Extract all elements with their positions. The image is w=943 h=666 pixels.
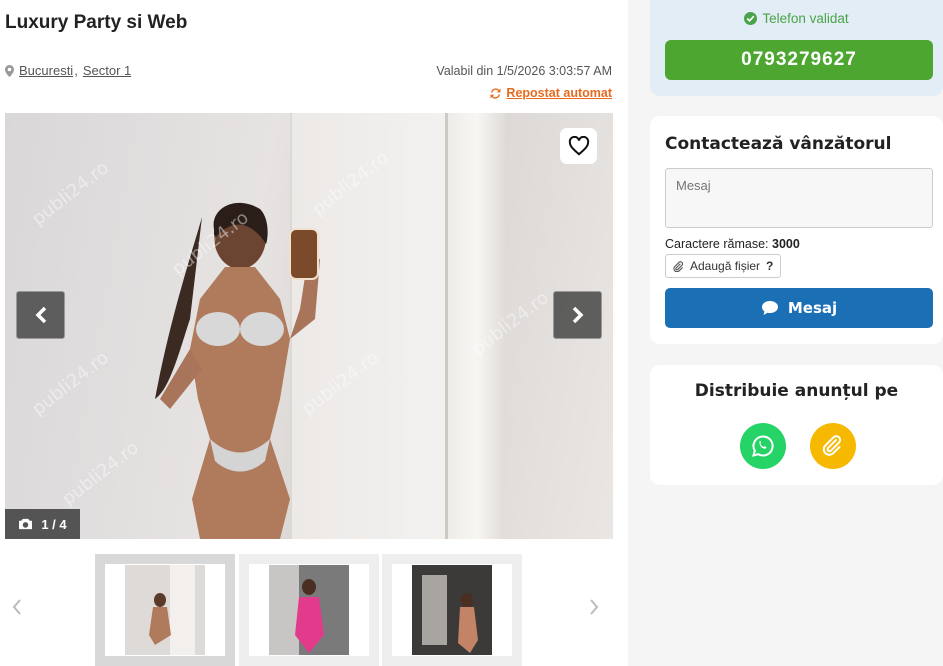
thumbnail-image bbox=[269, 565, 349, 655]
refresh-icon bbox=[490, 87, 501, 99]
attach-help-icon[interactable]: ? bbox=[766, 259, 773, 273]
check-circle-icon bbox=[744, 12, 758, 25]
valid-from-text: Valabil din 1/5/2026 3:03:57 AM bbox=[436, 64, 612, 78]
thumbnail-image bbox=[125, 565, 205, 655]
phone-card: Telefon validat 0793279627 bbox=[650, 0, 943, 96]
repost-link[interactable]: Repostat automat bbox=[490, 86, 612, 100]
copy-link-button[interactable] bbox=[810, 423, 856, 469]
favorite-button[interactable] bbox=[560, 128, 597, 164]
thumbnail[interactable] bbox=[382, 554, 522, 666]
listing-panel: Luxury Party si Web Bucuresti, Sector 1 … bbox=[0, 0, 628, 666]
listing-title: Luxury Party si Web bbox=[5, 12, 188, 33]
chat-bubble-icon bbox=[761, 301, 778, 315]
photo-next-button[interactable] bbox=[553, 291, 602, 339]
paperclip-icon bbox=[673, 260, 684, 272]
share-whatsapp-button[interactable] bbox=[740, 423, 786, 469]
thumbnail[interactable] bbox=[95, 554, 235, 666]
chevron-right-icon bbox=[572, 306, 583, 324]
link-icon bbox=[822, 435, 842, 456]
chevron-left-icon bbox=[35, 306, 46, 324]
valid-from: Valabil din 1/5/2026 3:03:57 AM bbox=[436, 64, 612, 78]
message-input[interactable] bbox=[665, 168, 933, 228]
attach-file-label: Adaugă fișier bbox=[690, 259, 761, 273]
contact-title: Contactează vânzătorul bbox=[665, 134, 892, 154]
share-card: Distribuie anunțul pe bbox=[650, 365, 943, 485]
send-message-button[interactable]: Mesaj bbox=[665, 288, 933, 328]
watermark: publi24.ro bbox=[28, 157, 113, 230]
contact-card: Contactează vânzătorul Caractere rămase:… bbox=[650, 116, 943, 344]
heart-icon bbox=[568, 136, 589, 156]
chevron-left-icon bbox=[12, 599, 21, 615]
photo-subject bbox=[155, 202, 320, 539]
photo-counter: 1 / 4 bbox=[5, 509, 80, 539]
watermark: publi24.ro bbox=[58, 437, 143, 510]
location-city-link[interactable]: Bucuresti bbox=[19, 63, 73, 78]
thumbnail[interactable] bbox=[239, 554, 379, 666]
location-sector-link[interactable]: Sector 1 bbox=[83, 63, 131, 78]
location-separator: , bbox=[74, 63, 78, 78]
phone-validated-text: Telefon validat bbox=[762, 11, 849, 26]
chevron-right-icon bbox=[590, 599, 599, 615]
whatsapp-icon bbox=[752, 435, 774, 457]
thumbnail-image bbox=[412, 565, 492, 655]
chars-remaining: Caractere rămase: 3000 bbox=[665, 237, 800, 251]
location: Bucuresti, Sector 1 bbox=[5, 63, 131, 78]
chars-label: Caractere rămase: bbox=[665, 237, 769, 251]
thumbs-prev-button[interactable] bbox=[9, 596, 25, 618]
main-photo[interactable]: publi24.ro publi24.ro publi24.ro publi24… bbox=[5, 113, 613, 539]
map-pin-icon bbox=[5, 64, 14, 77]
share-title: Distribuie anunțul pe bbox=[694, 381, 899, 401]
photo-counter-text: 1 / 4 bbox=[41, 516, 67, 532]
phone-validated: Telefon validat bbox=[650, 11, 943, 26]
camera-icon bbox=[19, 518, 33, 530]
attach-file-button[interactable]: Adaugă fișier ? bbox=[665, 254, 782, 278]
chars-count: 3000 bbox=[772, 237, 800, 251]
photo-prev-button[interactable] bbox=[16, 291, 65, 339]
send-message-label: Mesaj bbox=[787, 299, 838, 317]
thumbs-next-button[interactable] bbox=[586, 596, 602, 618]
phone-number-button[interactable]: 0793279627 bbox=[665, 40, 933, 80]
watermark: publi24.ro bbox=[28, 347, 113, 420]
repost-label: Repostat automat bbox=[506, 86, 612, 100]
